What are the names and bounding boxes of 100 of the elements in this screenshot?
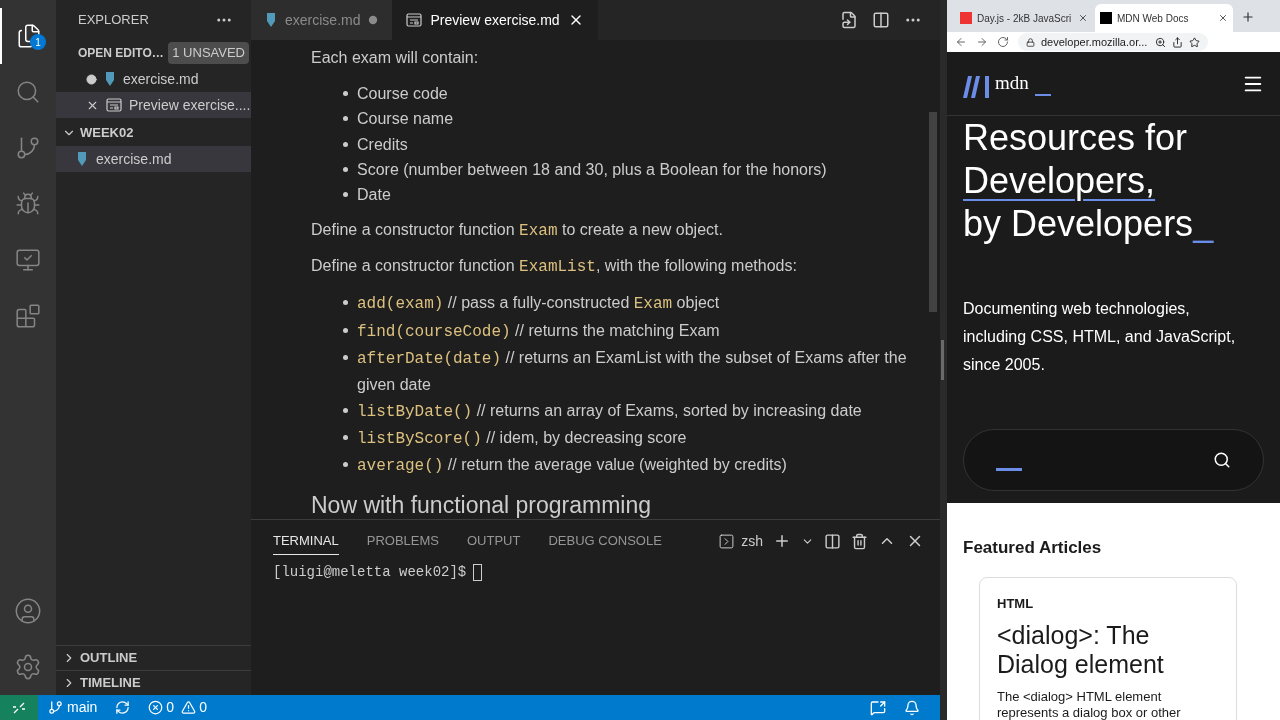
hero-title-line: Resources for (963, 116, 1188, 160)
article-card[interactable]: HTML <dialog>: The Dialog element The <dialog> HTML element represents a dialog box or other (979, 576, 1237, 720)
panel-tab[interactable]: DEBUG CONSOLE (548, 527, 662, 555)
branch-button[interactable]: main (48, 697, 98, 718)
close-icon[interactable] (1218, 13, 1228, 23)
split-editor-icon[interactable] (872, 11, 890, 29)
open-editor-item[interactable]: Preview exercise.... (56, 92, 251, 118)
bullet-icon (343, 192, 348, 198)
list-item: afterDate(date) // returns an ExamList with the subset of Exams after the given date (357, 348, 908, 396)
favicon-icon (1100, 12, 1112, 24)
feedback-icon[interactable] (870, 699, 886, 716)
list-item: Course code (357, 84, 448, 104)
preview-icon (106, 98, 122, 112)
file-item[interactable]: exercise.md (56, 146, 251, 172)
notification-badge: 1 (30, 34, 46, 50)
terminal-cursor (473, 564, 483, 581)
panel-tab[interactable]: TERMINAL (273, 527, 339, 555)
sync-icon[interactable] (115, 700, 131, 715)
share-icon[interactable] (1172, 36, 1183, 48)
git-icon (15, 135, 41, 161)
bullet-icon (343, 327, 348, 333)
bullet-icon (343, 407, 348, 413)
terminal-icon (718, 532, 736, 550)
bullet-icon (343, 355, 348, 361)
list-item: find(courseCode) // returns the matching Exam (357, 320, 720, 343)
markdown-icon (104, 72, 116, 86)
remote-icon (15, 247, 41, 273)
error-icon (148, 700, 164, 715)
list-item: Credits (357, 134, 408, 155)
address-bar[interactable]: developer.mozilla.or... (1018, 33, 1208, 51)
bookmark-icon[interactable] (1189, 36, 1200, 48)
preview-paragraph: Define a constructor function ExamList, with the following methods: (311, 257, 797, 275)
new-terminal-icon[interactable] (773, 532, 791, 550)
bullet-icon (343, 462, 348, 468)
warning-icon (181, 700, 197, 715)
sidebar-title: EXPLORER (78, 11, 149, 30)
reload-icon[interactable] (997, 36, 1009, 48)
explorer-icon (16, 23, 42, 49)
markdown-icon (76, 152, 88, 166)
list-item: Course name (357, 109, 454, 130)
favicon-icon (960, 12, 972, 24)
folder-header[interactable]: WEEK02 (56, 120, 251, 146)
open-editor-item[interactable]: exercise.md (56, 66, 251, 92)
open-source-icon[interactable] (840, 11, 858, 29)
bullet-icon (343, 141, 348, 147)
search-icon[interactable] (1213, 451, 1231, 470)
preview-icon (406, 13, 423, 27)
close-icon[interactable] (1078, 13, 1088, 23)
list-item: listByDate() // returns an array of Exams, sorted by increasing date (357, 400, 862, 423)
hero-title-line: by Developers_ (963, 202, 1214, 246)
split-terminal-icon[interactable] (824, 532, 841, 550)
list-item: listByScore() // idem, by decreasing score (357, 427, 687, 450)
markdown-icon (265, 13, 277, 27)
forward-icon[interactable] (976, 36, 988, 48)
section-header[interactable]: OUTLINE (56, 645, 251, 670)
article-title: <dialog>: The Dialog element (997, 621, 1165, 679)
unsaved-badge: 1 UNSAVED (168, 42, 249, 64)
new-tab-icon[interactable] (1241, 10, 1255, 24)
problems-button[interactable]: 0 0 (148, 697, 207, 718)
list-item: add(exam) // pass a fully-constructed Exam object (357, 293, 720, 316)
scrollbar-thumb[interactable] (929, 112, 937, 312)
remote-icon (12, 700, 26, 715)
article-tag: HTML (997, 593, 1219, 613)
list-item: Date (357, 185, 391, 206)
mdn-logo[interactable]: mdn (963, 69, 1051, 98)
section-title[interactable]: OPEN EDITO… (78, 44, 164, 62)
unsaved-dot-icon (86, 73, 97, 85)
bullet-icon (343, 91, 348, 96)
search-icon (15, 79, 41, 105)
zoom-icon[interactable] (1155, 36, 1166, 48)
extensions-icon (15, 303, 41, 329)
article-description: The <dialog> HTML element represents a dialog box or other (997, 689, 1182, 720)
lock-icon (1026, 37, 1035, 47)
unsaved-dot-icon (368, 15, 379, 25)
hero-title-line: Developers, (963, 159, 1156, 203)
bullet-icon (343, 300, 348, 306)
bullet-icon (343, 166, 348, 172)
editor-tab[interactable]: Preview exercise.md (392, 0, 598, 40)
preview-paragraph: Define a constructor function Exam to create a new object. (311, 221, 723, 239)
terminal-prompt: [luigi@meletta week02]$ (273, 563, 467, 582)
panel-tab[interactable]: OUTPUT (467, 527, 521, 555)
list-item: Score (number between 18 and 30, plus a Boolean for the honors) (357, 159, 827, 180)
notifications-icon[interactable] (904, 699, 920, 716)
preview-heading: Now with functional programming (311, 491, 652, 518)
list-item: average() // return the average value (weighted by credits) (357, 455, 787, 478)
bullet-icon (343, 434, 348, 440)
remote-button[interactable] (0, 695, 38, 720)
browser-tab[interactable]: MDN Web Docs (1095, 4, 1233, 32)
preview-paragraph: Each exam will contain: (311, 49, 479, 66)
back-icon[interactable] (955, 36, 967, 48)
branch-icon (48, 700, 63, 715)
debug-icon (15, 191, 41, 217)
splitter-handle[interactable] (941, 340, 944, 380)
panel-tab[interactable]: PROBLEMS (366, 527, 439, 555)
bullet-icon (343, 116, 348, 122)
hero-description: Documenting web technologies, including CSS, HTML, and JavaScript, since 2005. (962, 299, 1237, 376)
featured-heading: Featured Articles (963, 537, 1103, 559)
terminal-selector[interactable]: zsh (718, 530, 763, 552)
editor-tab[interactable]: exercise.md (251, 0, 393, 40)
trash-icon[interactable] (851, 532, 868, 550)
